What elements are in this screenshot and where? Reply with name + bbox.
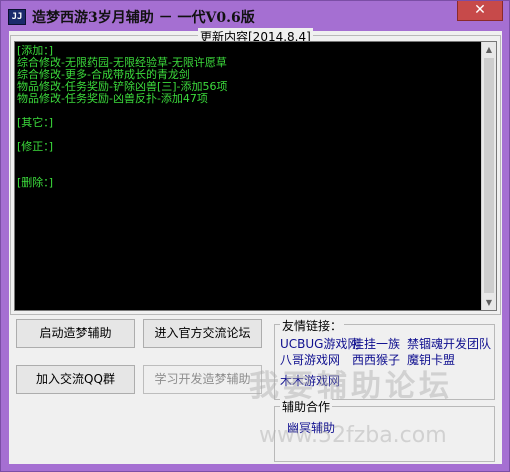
scrollbar-thumb[interactable] <box>484 58 494 293</box>
friend-links-legend: 友情链接： <box>280 317 345 334</box>
link-bage[interactable]: 八哥游戏网 <box>280 351 340 368</box>
title-bar[interactable]: JJ 造梦西游3岁月辅助 － 一代V0.6版 ✕ <box>1 1 509 31</box>
link-jingu-team[interactable]: 禁锢魂开发团队 <box>407 335 491 352</box>
log-line: [其它：] <box>17 116 54 129</box>
log-line: [修正：] <box>17 140 54 153</box>
link-guaguayizu[interactable]: 挂挂一族 <box>352 335 400 352</box>
link-moyao-kameng[interactable]: 魔钥卡盟 <box>407 351 455 368</box>
update-log-textbox[interactable]: [添加：] 综合修改-无限药园-无限经验草-无限许愿草 综合修改-更多-合成带成… <box>14 41 497 311</box>
app-icon: JJ <box>8 9 26 25</box>
link-youming[interactable]: 幽冥辅助 <box>287 419 335 436</box>
window-title: 造梦西游3岁月辅助 － 一代V0.6版 <box>32 10 255 26</box>
link-xixi-houzi[interactable]: 西西猴子 <box>352 351 400 368</box>
official-forum-button[interactable]: 进入官方交流论坛 <box>143 319 262 348</box>
log-line: [删除：] <box>17 176 54 189</box>
update-log-content: [添加：] 综合修改-无限药园-无限经验草-无限许愿草 综合修改-更多-合成带成… <box>17 45 485 189</box>
app-window: JJ 造梦西游3岁月辅助 － 一代V0.6版 ✕ 更新内容[2014.8.4] … <box>0 0 510 472</box>
partners-legend: 辅助合作 <box>280 398 333 415</box>
launch-assistant-button[interactable]: 启动造梦辅助 <box>16 319 135 348</box>
learn-develop-button[interactable]: 学习开发造梦辅助 <box>143 365 262 394</box>
client-area: 更新内容[2014.8.4] [添加：] 综合修改-无限药园-无限经验草-无限许… <box>9 28 502 464</box>
close-button[interactable]: ✕ <box>457 1 503 21</box>
link-mumu[interactable]: 木木游戏网 <box>280 372 340 389</box>
scroll-up-icon[interactable]: ▲ <box>482 42 496 57</box>
scroll-down-icon[interactable]: ▼ <box>482 295 496 310</box>
vertical-scrollbar[interactable]: ▲ ▼ <box>481 42 496 310</box>
link-ucbug[interactable]: UCBUG游戏网 <box>280 335 359 352</box>
join-qq-group-button[interactable]: 加入交流QQ群 <box>16 365 135 394</box>
log-line: 物品修改-任务奖励-凶兽反扑-添加47项 <box>17 92 208 105</box>
